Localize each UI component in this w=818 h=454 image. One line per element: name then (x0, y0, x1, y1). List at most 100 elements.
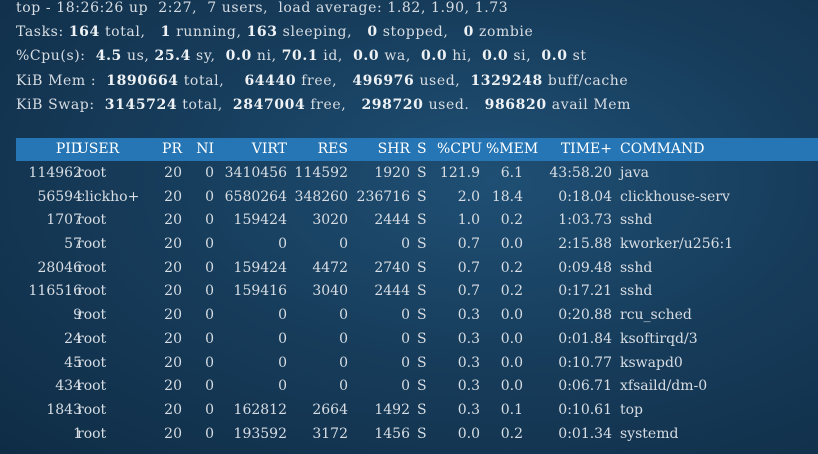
cell-pid: 116516 (28, 283, 82, 300)
cell-mem: 0.0 (500, 330, 523, 347)
cell-pid: 434 (55, 378, 82, 395)
terminal-window[interactable]: top - 18:26:26 up 2:27, 7 users, load av… (0, 0, 818, 454)
cell-virt: 3410456 (224, 165, 287, 181)
process-row: 45 root 20 0 0 0 0 S 0.3 0.0 0:10.77 kswapd0 (16, 351, 818, 375)
tasks-line: Tasks: 164 total, 1 running, 163 sleepin… (16, 24, 631, 48)
cell-pid: 45 (64, 354, 82, 371)
cpu-ni: 0.0 (225, 48, 252, 65)
process-row: 24 root 20 0 0 0 0 S 0.3 0.0 0:01.84 ksoftirqd/3 (16, 327, 818, 351)
cell-pr: 20 (164, 425, 182, 442)
cell-res: 3020 (312, 212, 348, 229)
cell-s: S (417, 236, 427, 253)
cell-res: 0 (339, 236, 348, 253)
cell-ni: 0 (205, 307, 214, 324)
mem-total-label: total, (183, 72, 225, 89)
cell-shr: 2444 (374, 283, 410, 300)
cell-pid: 24 (64, 330, 82, 347)
cell-command: xfsaild/dm-0 (620, 378, 708, 395)
cell-virt: 159424 (233, 212, 287, 229)
col-header-pid: PID (55, 141, 82, 157)
cell-mem: 0.2 (500, 283, 523, 300)
uptime-line: top - 18:26:26 up 2:27, 7 users, load av… (16, 0, 631, 24)
cell-s: S (417, 283, 427, 300)
cpu-us-label: us, (126, 48, 150, 65)
cell-shr: 0 (401, 330, 410, 347)
cell-cpu: 0.3 (457, 378, 480, 395)
cell-s: S (417, 165, 427, 181)
swap-label: KiB Swap: (16, 96, 95, 113)
cpu-line: %Cpu(s): 4.5 us, 25.4 sy, 0.0 ni, 70.1 i… (16, 48, 631, 72)
col-header-shr: SHR (377, 141, 410, 157)
cell-time: 0:01.84 (558, 330, 612, 347)
cell-cpu: 0.3 (457, 354, 480, 371)
cell-mem: 0.0 (500, 236, 523, 253)
process-row: 28046 root 20 0 159424 4472 2740 S 0.7 0.2 0:09.48… (16, 256, 818, 280)
swap-total-label: total, (182, 96, 223, 113)
col-header-command: COMMAND (620, 141, 705, 157)
cpu-st-label: st (572, 48, 587, 65)
col-header-res: RES (317, 141, 348, 157)
cell-res: 348260 (294, 188, 348, 205)
process-row: 1707 root 20 0 159424 3020 2444 S 1.0 0.2 1:03.73 s… (16, 208, 818, 232)
process-row: 114962 root 20 0 3410456 114592 1920 S 121.9 6.1 4… (16, 161, 818, 185)
cpu-wa-label: wa, (384, 48, 411, 65)
cell-mem: 0.2 (500, 259, 523, 276)
cpu-id-label: id, (323, 48, 343, 65)
cell-pr: 20 (164, 283, 182, 300)
cpu-hi-label: hi, (452, 48, 472, 65)
cell-s: S (417, 425, 427, 442)
cell-virt: 159424 (233, 259, 287, 276)
cell-mem: 18.4 (491, 188, 523, 205)
cell-time: 2:15.88 (558, 236, 612, 253)
swap-free-label: free, (310, 96, 347, 113)
cell-ni: 0 (205, 354, 214, 371)
cell-virt: 0 (278, 354, 287, 371)
cell-ni: 0 (205, 401, 214, 418)
cell-pid: 57 (64, 236, 82, 253)
cell-pr: 20 (164, 259, 182, 276)
cell-mem: 0.2 (500, 212, 523, 229)
cell-pr: 20 (164, 354, 182, 371)
cell-cpu: 0.3 (457, 401, 480, 418)
tasks-running: 1 (160, 24, 171, 41)
cell-time: 0:10.61 (558, 401, 612, 418)
cell-pr: 20 (164, 378, 182, 395)
cell-shr: 236716 (356, 188, 410, 205)
cell-time: 43:58.20 (549, 165, 612, 181)
cell-res: 0 (339, 354, 348, 371)
cell-time: 0:09.48 (558, 259, 612, 276)
process-table-header: PID USER PR NI VIRT RES SHR S %CPU %MEM … (16, 138, 818, 161)
cell-cpu: 0.0 (457, 425, 480, 442)
cpu-sy: 25.4 (154, 48, 191, 65)
mem-total: 1890664 (106, 72, 179, 89)
cpu-si-label: si, (513, 48, 532, 65)
cpu-label: %Cpu(s): (16, 48, 86, 65)
cell-s: S (417, 212, 427, 229)
cell-res: 0 (339, 330, 348, 347)
cell-pr: 20 (164, 188, 182, 205)
cell-time: 1:03.73 (558, 212, 612, 229)
cell-command: sshd (620, 283, 653, 300)
cell-cpu: 0.7 (457, 283, 480, 300)
cell-s: S (417, 259, 427, 276)
cell-shr: 0 (401, 236, 410, 253)
cpu-sy-label: sy, (196, 48, 216, 65)
col-header-mem: %MEM (486, 141, 539, 157)
col-header-cpu: %CPU (437, 141, 482, 157)
cell-virt: 0 (278, 330, 287, 347)
swap-used-label: used. (428, 96, 470, 113)
cell-command: kswapd0 (620, 354, 683, 371)
cell-s: S (417, 307, 427, 324)
cell-pid: 28046 (37, 259, 82, 276)
tasks-total: 164 (68, 24, 100, 41)
mem-used-label: used, (419, 72, 461, 89)
cell-shr: 0 (401, 354, 410, 371)
process-row: 434 root 20 0 0 0 0 S 0.3 0.0 0:06.71 xfsaild/dm-0 (16, 374, 818, 398)
cell-command: ksoftirqd/3 (620, 330, 698, 347)
cell-pid: 1707 (46, 212, 82, 229)
cell-pr: 20 (164, 165, 182, 181)
cell-virt: 0 (278, 307, 287, 324)
cpu-wa: 0.0 (353, 48, 380, 65)
cell-shr: 1492 (374, 401, 410, 418)
cell-res: 2664 (312, 401, 348, 418)
